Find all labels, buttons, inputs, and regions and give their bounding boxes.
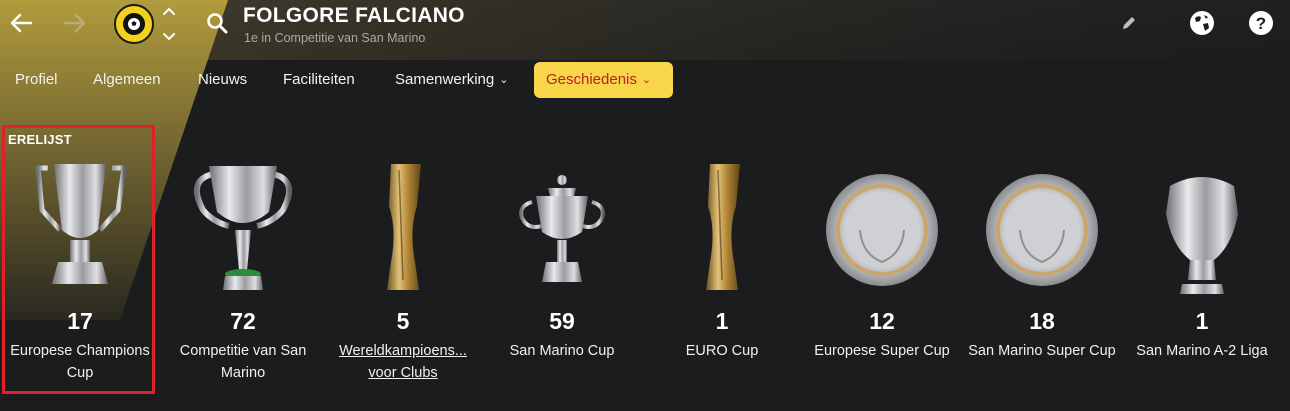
trophy-name: San Marino Super Cup: [968, 343, 1116, 359]
trophy-name[interactable]: Wereldkampioens... voor Clubs: [328, 340, 478, 384]
trophy-euro-cup[interactable]: 1 EURO Cup: [647, 150, 797, 390]
chevron-down-icon: [163, 33, 175, 41]
club-subtitle: 1e in Competitie van San Marino: [244, 31, 426, 45]
arrow-left-icon: [10, 13, 33, 33]
tab-label: Profiel: [15, 71, 58, 88]
tab-samenwerking[interactable]: Samenwerking ⌄: [395, 62, 508, 98]
tab-label: Algemeen: [93, 71, 161, 88]
tab-algemeen[interactable]: Algemeen: [93, 62, 161, 98]
club-switcher[interactable]: [160, 6, 178, 42]
trophy-competitie-van-san-marino[interactable]: 72 Competitie van San Marino: [168, 150, 318, 390]
tab-label: Samenwerking: [395, 71, 495, 88]
question-icon: ?: [1249, 11, 1273, 35]
search-icon: [207, 13, 228, 34]
chevron-down-icon: ⌄: [499, 74, 509, 86]
club-badge[interactable]: [114, 4, 154, 44]
club-header: FOLGORE FALCIANO 1e in Competitie van Sa…: [0, 0, 1290, 56]
football-icon: [128, 18, 140, 30]
back-button[interactable]: [6, 8, 36, 38]
trophy-wereldkampioenschap-voor-clubs[interactable]: 5 Wereldkampioens... voor Clubs: [328, 150, 478, 390]
league-cup-icon: [193, 166, 293, 290]
tab-bar: Profiel Algemeen Nieuws Faciliteiten Sam…: [0, 62, 1290, 98]
trophy-count: 5: [396, 308, 410, 334]
trophy-san-marino-super-cup[interactable]: 18 San Marino Super Cup: [967, 150, 1117, 390]
search-button[interactable]: [206, 12, 228, 39]
trophy-count: 18: [1029, 308, 1055, 334]
trophy-count: 72: [230, 308, 256, 334]
trophy-san-marino-a2-liga[interactable]: 1 San Marino A-2 Liga: [1127, 150, 1277, 390]
arrow-right-icon: [63, 13, 86, 33]
trophy-europese-super-cup[interactable]: 12 Europese Super Cup: [807, 150, 957, 390]
trophy-count: 12: [869, 308, 895, 334]
trophy-name: EURO Cup: [685, 343, 759, 359]
plate-trophy-icon: [826, 174, 938, 286]
selection-highlight: [2, 125, 155, 394]
forward-button[interactable]: [60, 8, 90, 38]
trophy-name: San Marino A-2 Liga: [1136, 343, 1268, 359]
globe-icon: [1190, 11, 1214, 35]
trophy-count: 1: [1195, 308, 1209, 334]
chevron-up-icon: [163, 7, 175, 15]
club-badge-emblem: [121, 11, 147, 37]
shield-trophy-icon: [1166, 177, 1238, 294]
help-button[interactable]: ?: [1248, 10, 1274, 41]
trophy-count: 1: [715, 308, 729, 334]
gold-tall-trophy-icon: [706, 164, 740, 290]
gold-tall-trophy-icon: [387, 164, 421, 290]
tab-faciliteiten[interactable]: Faciliteiten: [283, 62, 355, 98]
world-button[interactable]: [1189, 10, 1215, 41]
trophy-name: San Marino Cup: [509, 343, 615, 359]
tab-profiel[interactable]: Profiel: [15, 62, 58, 98]
trophy-count: 59: [549, 308, 575, 334]
tab-label: Geschiedenis: [546, 71, 637, 88]
trophy-name: Competitie van San Marino: [179, 343, 307, 381]
trophy-san-marino-cup[interactable]: 59 San Marino Cup: [487, 150, 637, 390]
trophy-name: Europese Super Cup: [814, 343, 950, 359]
edit-button[interactable]: [1120, 14, 1138, 37]
small-cup-icon: [519, 175, 605, 282]
tab-nieuws[interactable]: Nieuws: [198, 62, 247, 98]
tab-label: Nieuws: [198, 71, 248, 88]
svg-text:?: ?: [1256, 14, 1266, 33]
chevron-down-icon: ⌄: [641, 74, 652, 86]
tab-label: Faciliteiten: [283, 71, 355, 88]
pencil-icon: [1123, 17, 1135, 29]
tab-geschiedenis[interactable]: Geschiedenis ⌄: [534, 62, 673, 98]
plate-trophy-icon: [986, 174, 1098, 286]
club-name: FOLGORE FALCIANO: [243, 4, 465, 27]
